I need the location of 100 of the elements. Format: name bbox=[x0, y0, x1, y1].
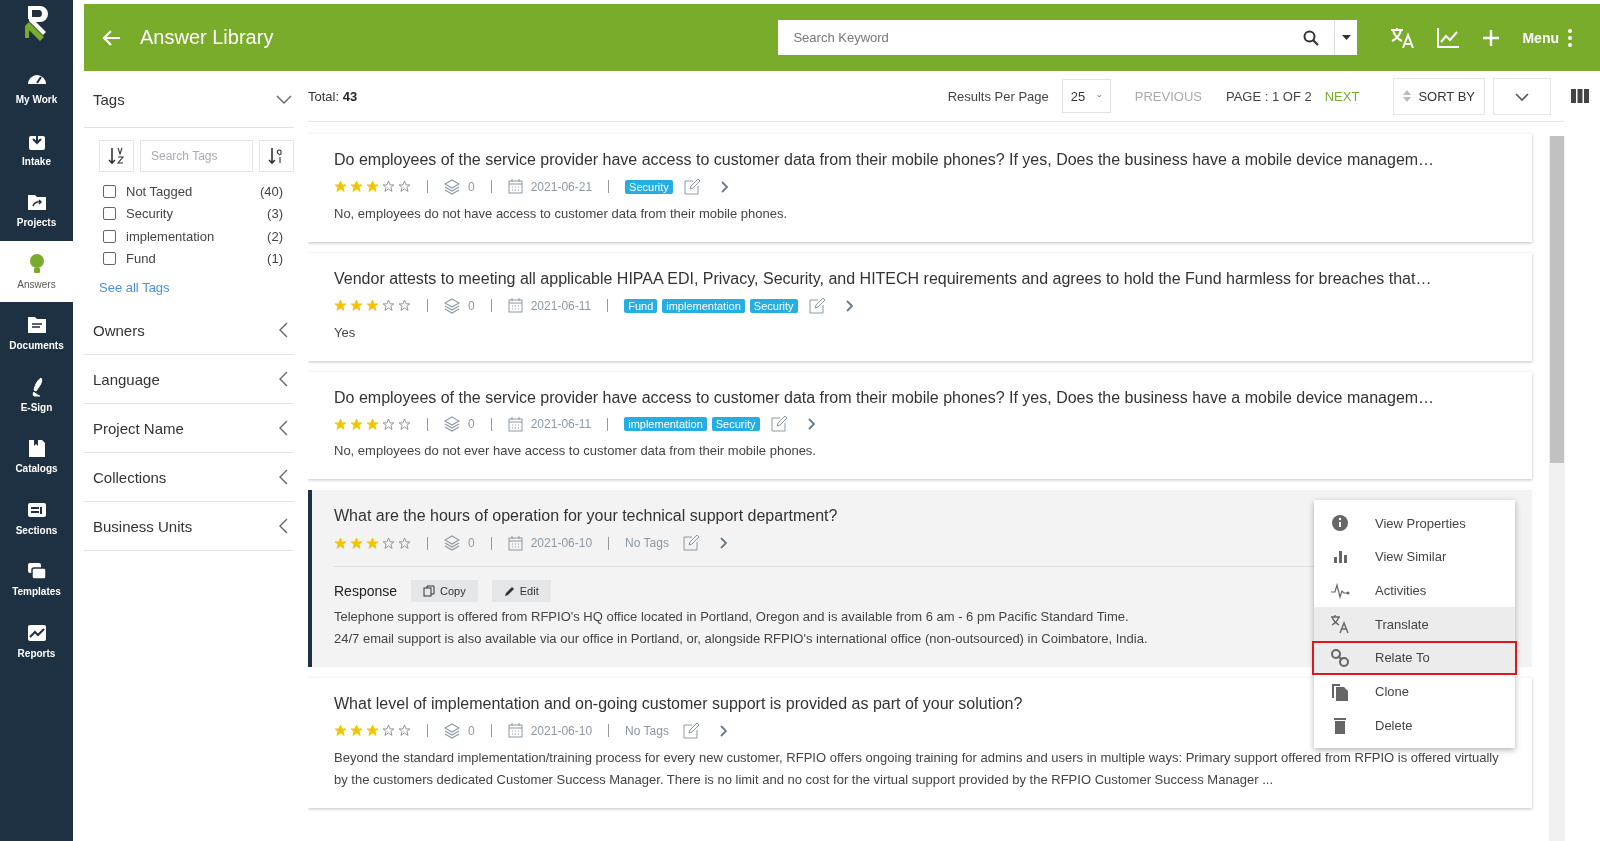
checkbox[interactable] bbox=[103, 207, 116, 221]
tag-filter-label: Not Tagged bbox=[126, 183, 194, 199]
menu-item[interactable]: View Similar bbox=[1314, 540, 1515, 574]
star-icon bbox=[398, 299, 411, 313]
answer-text: Yes bbox=[334, 323, 357, 342]
edit-icon[interactable] bbox=[683, 178, 700, 195]
answer-card[interactable] bbox=[308, 371, 1532, 480]
page-indicator: PAGE : 1 OF 2 bbox=[1226, 88, 1312, 104]
menu-item[interactable]: Activities bbox=[1314, 573, 1515, 608]
total-count: Total: 43 bbox=[308, 88, 358, 104]
star-icon bbox=[350, 417, 363, 431]
translate-icon[interactable] bbox=[1389, 25, 1416, 50]
calendar-icon bbox=[507, 298, 523, 314]
menu-item[interactable]: Delete bbox=[1314, 708, 1515, 743]
star-icon bbox=[382, 299, 395, 313]
nav-item[interactable]: Reports bbox=[0, 609, 73, 671]
menu-item[interactable]: Relate To bbox=[1312, 641, 1517, 675]
columns-icon[interactable] bbox=[1571, 89, 1589, 103]
star-rating[interactable] bbox=[334, 180, 411, 194]
tag-search-field[interactable]: Search Tags bbox=[140, 140, 253, 172]
kebab-icon bbox=[1568, 28, 1572, 47]
answer-card[interactable] bbox=[308, 134, 1532, 242]
plus-icon[interactable] bbox=[1481, 27, 1502, 48]
sort-by-button[interactable]: SORT BY bbox=[1393, 77, 1485, 115]
checkbox[interactable] bbox=[103, 229, 116, 243]
star-icon bbox=[398, 180, 411, 194]
checkbox[interactable] bbox=[103, 252, 116, 266]
star-icon bbox=[382, 180, 395, 194]
nav-item[interactable]: Templates bbox=[0, 548, 73, 610]
star-icon bbox=[334, 417, 347, 431]
star-rating[interactable] bbox=[334, 299, 411, 313]
search-field[interactable]: Search Keyword bbox=[778, 20, 1289, 55]
layers-icon bbox=[444, 535, 460, 552]
edit-icon[interactable] bbox=[682, 723, 699, 739]
layers-icon bbox=[444, 416, 460, 433]
star-icon bbox=[382, 724, 395, 738]
star-icon bbox=[398, 536, 411, 550]
calendar-icon bbox=[507, 179, 523, 195]
line-chart-icon[interactable] bbox=[1436, 26, 1461, 49]
nav-item[interactable]: My Work bbox=[0, 56, 73, 118]
star-icon bbox=[350, 180, 363, 194]
tag-count: (2) bbox=[267, 228, 283, 244]
copy-button[interactable]: Copy bbox=[411, 580, 478, 603]
calendar-icon bbox=[507, 723, 523, 739]
nav-item[interactable]: Documents bbox=[0, 302, 73, 364]
tag-count: (40) bbox=[259, 183, 283, 199]
version-count: 0 bbox=[468, 417, 475, 432]
chevron-right-icon[interactable] bbox=[806, 417, 816, 432]
tag-count: (1) bbox=[267, 251, 283, 267]
date-text: 2021-06-11 bbox=[530, 417, 592, 432]
chevron-right-icon[interactable] bbox=[719, 179, 729, 194]
nav-item[interactable]: Sections bbox=[0, 486, 73, 548]
no-tags-text: No Tags bbox=[625, 724, 669, 738]
nav-item[interactable]: Projects bbox=[0, 179, 73, 241]
info-icon bbox=[1330, 513, 1350, 534]
scrollbar[interactable] bbox=[1549, 136, 1565, 841]
edit-button[interactable]: Edit bbox=[491, 580, 551, 603]
tag-filter-label: implementation bbox=[126, 228, 216, 244]
star-rating[interactable] bbox=[334, 536, 411, 550]
response-text: Telephone support is offered from RFPIO's HQ office located in Portland, Oregon and is available from 6 am - 6 pm Pacific Standard Time. bbox=[334, 608, 1129, 627]
menu-item[interactable]: Clone bbox=[1314, 674, 1515, 709]
nav-item[interactable]: Catalogs bbox=[0, 425, 73, 487]
nav-item[interactable]: Answers bbox=[0, 240, 73, 302]
star-icon bbox=[366, 180, 379, 194]
edit-icon[interactable] bbox=[808, 297, 825, 314]
star-icon bbox=[334, 536, 347, 550]
date-text: 2021-06-10 bbox=[530, 536, 593, 551]
menu-item[interactable]: Translate bbox=[1314, 607, 1515, 642]
star-rating[interactable] bbox=[334, 724, 411, 738]
star-icon bbox=[398, 724, 411, 738]
chevron-down-icon bbox=[1515, 92, 1529, 101]
back-arrow-icon[interactable] bbox=[101, 28, 121, 47]
edit-icon[interactable] bbox=[770, 416, 787, 433]
question-text: Do employees of the service provider have access to customer data from their mobile phones? If yes, Does the business have a mobile device managem… bbox=[334, 387, 1436, 408]
star-rating[interactable] bbox=[334, 417, 411, 431]
chevron-right-icon[interactable] bbox=[718, 536, 728, 551]
search-dropdown[interactable] bbox=[1334, 20, 1358, 55]
sort-alpha-button[interactable] bbox=[99, 140, 134, 172]
star-icon bbox=[334, 180, 347, 194]
nav-item[interactable]: Intake bbox=[0, 117, 73, 179]
answer-text: No, employees do not ever have access to customer data from their mobile phones. bbox=[334, 442, 817, 461]
search-button[interactable] bbox=[1288, 20, 1335, 55]
question-text: What are the hours of operation for your technical support department? bbox=[334, 506, 838, 527]
per-page-select[interactable]: 25 bbox=[1061, 79, 1111, 113]
answer-card[interactable]: Vendor attests to meeting all applicable HIPAA EDI, Privacy, Security, and HITECH requirements and agrees to hold the Fund harmless for breaches that… 0 2021-06-11 Fund implementation Security Yes bbox=[308, 252, 1532, 361]
checkbox[interactable] bbox=[103, 184, 116, 198]
no-tags-text: No Tags bbox=[625, 536, 669, 551]
edit-icon[interactable] bbox=[682, 535, 699, 552]
answer-text: Beyond the standard implementation/training process for every new customer, RFPIO offers ongoing training for admins and users in multiple ways: Primary support offered from RFPIO is offered virtually by the customers dedicated Customer Success Manager. There is no limit and no cost for the virtual support provided by the RFPIO Customer Success Manager ... bbox=[334, 749, 1500, 789]
layers-icon bbox=[444, 297, 460, 314]
nav-item[interactable]: E-Sign bbox=[0, 363, 73, 425]
answer-card[interactable] bbox=[308, 678, 1532, 808]
date-text: 2021-06-21 bbox=[530, 179, 593, 194]
answer-text: No, employees do not have access to customer data from their mobile phones. bbox=[334, 204, 789, 223]
filter-section-title: Language bbox=[93, 370, 160, 388]
sort-numeric-button[interactable] bbox=[259, 140, 294, 172]
chevron-right-icon[interactable] bbox=[844, 298, 854, 313]
menu-item[interactable]: View Properties bbox=[1314, 506, 1515, 541]
chevron-right-icon[interactable] bbox=[718, 724, 728, 738]
tag-filter-label: Security bbox=[126, 206, 174, 222]
